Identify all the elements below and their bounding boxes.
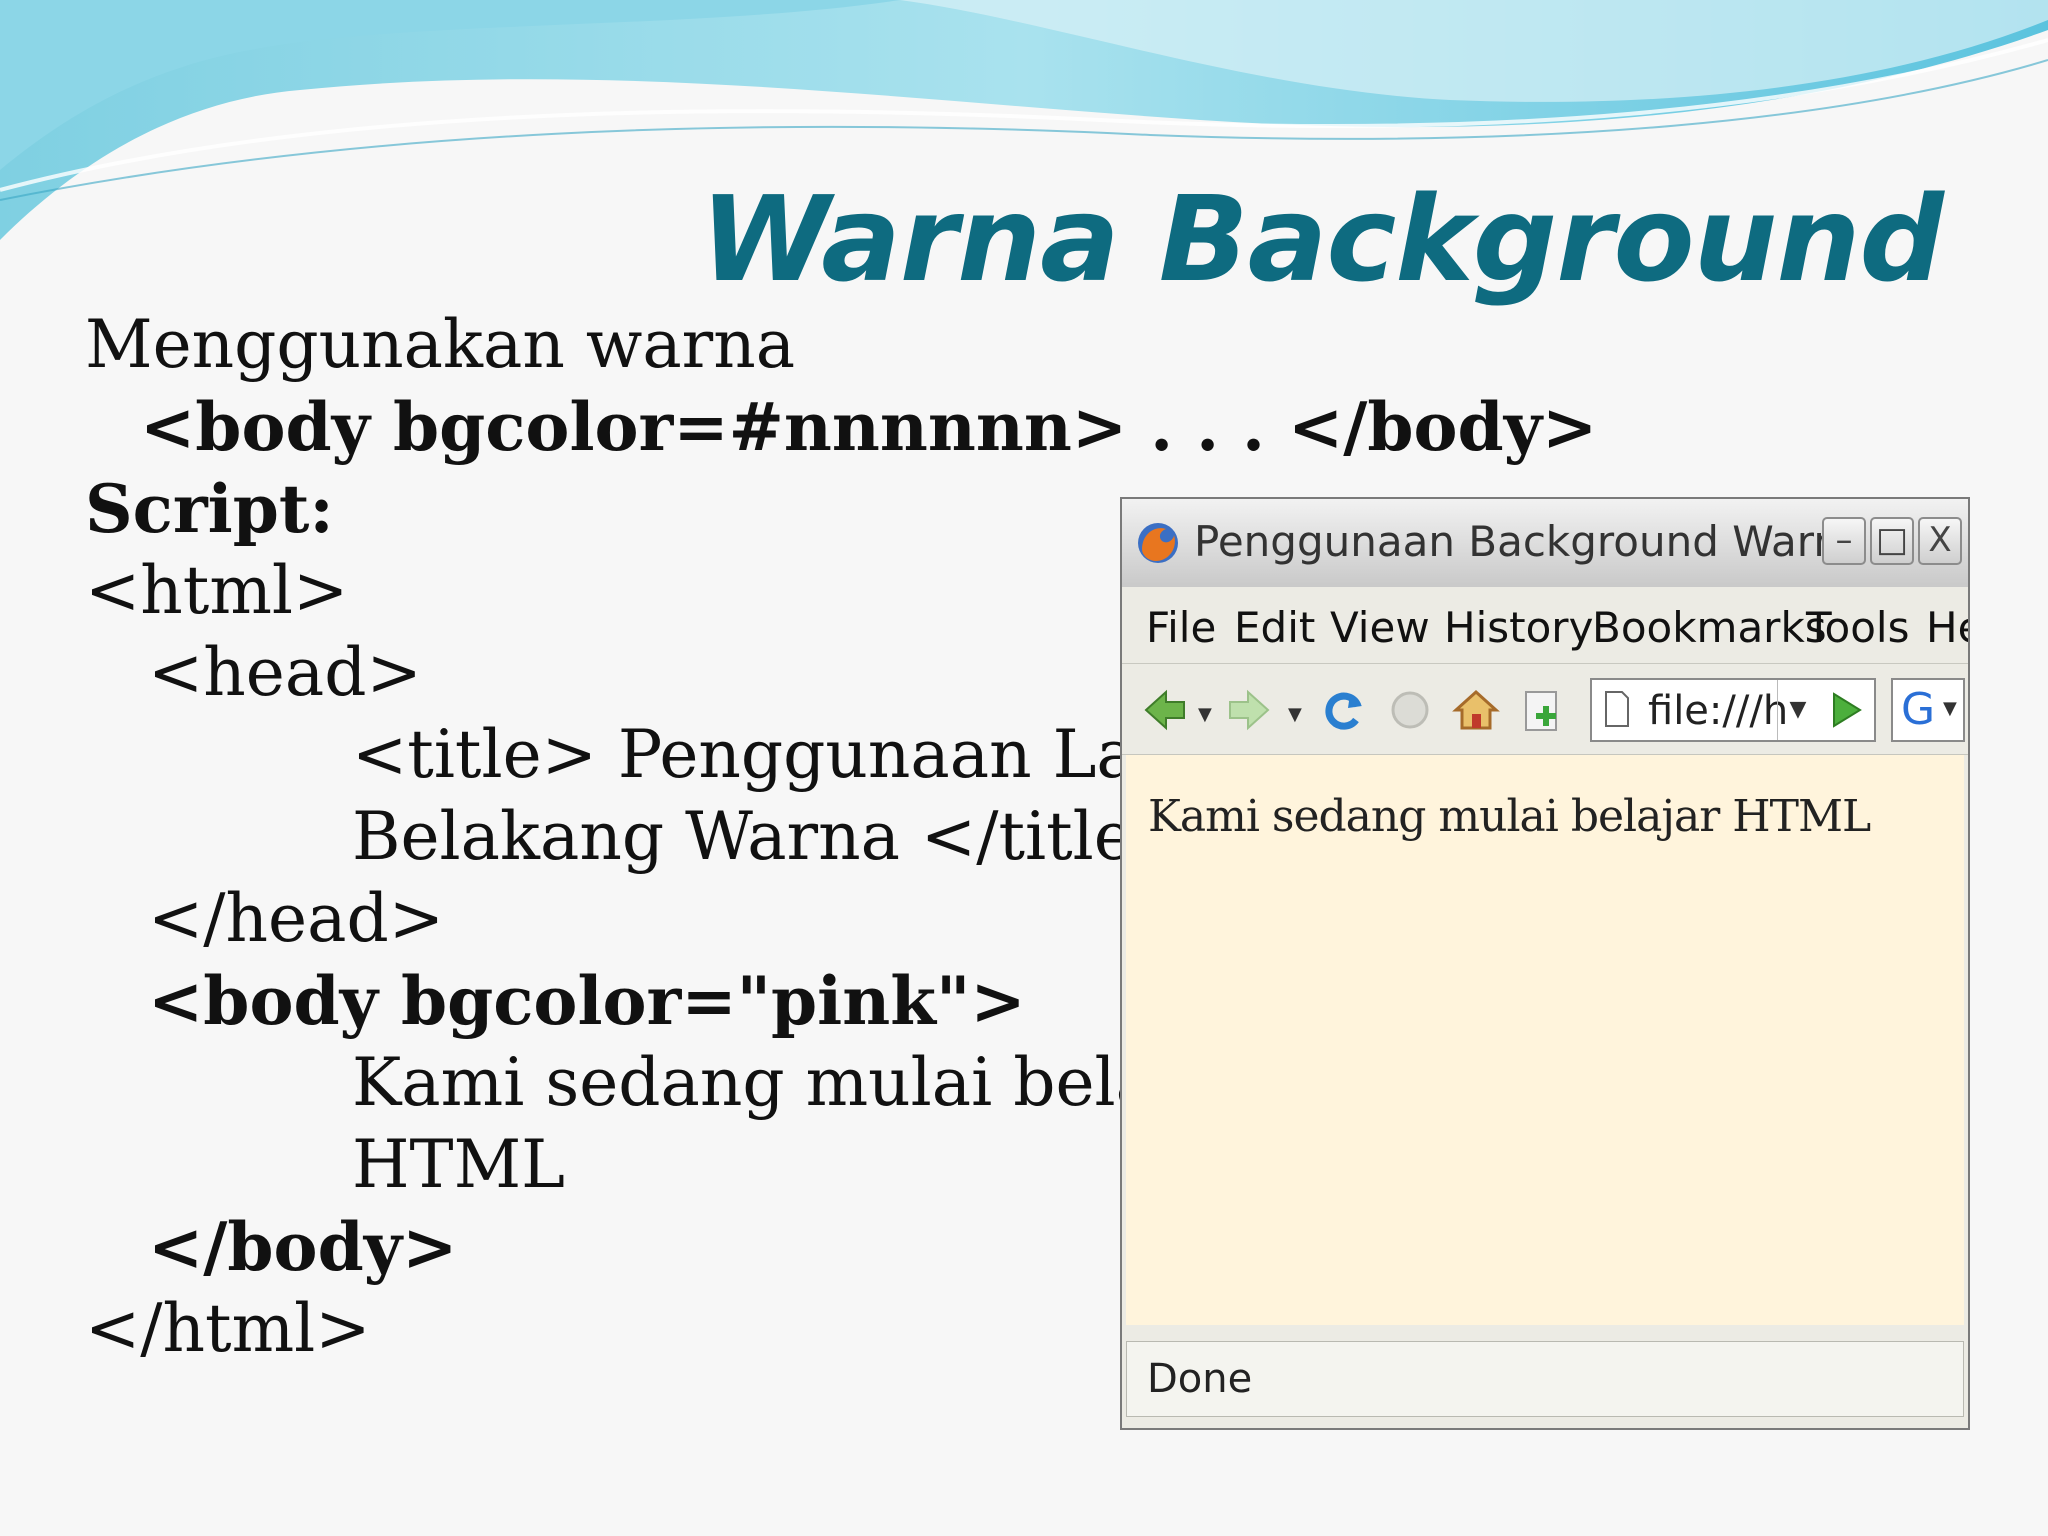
stop-icon[interactable] [1384, 684, 1436, 736]
home-icon[interactable] [1450, 684, 1502, 736]
code-line: <head> [148, 634, 422, 711]
browser-window: Penggunaan Background Warna - – □ X File… [1120, 497, 1970, 1430]
slide-title: Warna Background [700, 170, 1944, 308]
forward-icon[interactable] [1222, 684, 1274, 736]
url-dropdown-icon[interactable]: ▼ [1777, 680, 1818, 740]
menu-help[interactable]: He [1926, 603, 1968, 652]
reload-icon[interactable] [1318, 684, 1370, 736]
search-box[interactable]: G ▼ [1891, 678, 1965, 742]
menu-view[interactable]: View [1330, 603, 1430, 652]
maximize-button[interactable]: □ [1870, 517, 1914, 565]
google-icon: G [1901, 684, 1936, 735]
search-dropdown-icon[interactable]: ▼ [1943, 698, 1957, 719]
status-text: Done [1147, 1356, 1253, 1402]
content-text: Kami sedang mulai belajar HTML [1148, 791, 1871, 842]
menu-edit[interactable]: Edit [1234, 603, 1315, 652]
code-line: </body> [148, 1208, 458, 1286]
code-line: HTML [352, 1126, 565, 1203]
back-icon[interactable] [1140, 684, 1192, 736]
menu-bookmarks[interactable]: Bookmarks [1592, 603, 1827, 652]
menu-file[interactable]: File [1146, 603, 1216, 652]
menu-bar: File Edit View History Bookmarks Tools H… [1122, 587, 1968, 664]
go-icon[interactable] [1824, 686, 1868, 734]
firefox-icon [1138, 523, 1178, 563]
close-button[interactable]: X [1918, 517, 1962, 565]
nav-toolbar: ▼ ▼ file:///h ▼ G ▼ [1122, 664, 1968, 755]
window-titlebar[interactable]: Penggunaan Background Warna - – □ X [1122, 499, 1968, 588]
code-line: Belakang Warna </title> [352, 798, 1189, 875]
minimize-button[interactable]: – [1822, 517, 1866, 565]
forward-dropdown-icon[interactable]: ▼ [1288, 704, 1302, 725]
code-line: <html> [85, 552, 349, 629]
status-bar: Done [1126, 1341, 1964, 1417]
menu-history[interactable]: History [1444, 603, 1593, 652]
page-icon [1605, 691, 1629, 727]
window-title: Penggunaan Background Warna - [1194, 517, 1895, 566]
code-line: <title> Penggunaan Lata [352, 716, 1202, 793]
url-bar[interactable]: file:///h ▼ [1590, 678, 1876, 742]
code-line: Kami sedang mulai bela [352, 1044, 1155, 1121]
syntax-line: <body bgcolor=#nnnnnn> . . . </body> [140, 388, 1598, 466]
menu-tools[interactable]: Tools [1806, 603, 1909, 652]
code-line: </head> [148, 880, 445, 957]
code-line: <body bgcolor="pink"> [148, 962, 1026, 1040]
page-content: Kami sedang mulai belajar HTML [1126, 755, 1964, 1325]
script-label: Script: [85, 470, 334, 548]
url-text[interactable]: file:///h [1648, 688, 1788, 734]
intro-line: Menggunakan warna [85, 306, 796, 383]
back-dropdown-icon[interactable]: ▼ [1198, 704, 1212, 725]
bookmark-add-icon[interactable] [1516, 684, 1568, 736]
code-line: </html> [85, 1290, 371, 1367]
